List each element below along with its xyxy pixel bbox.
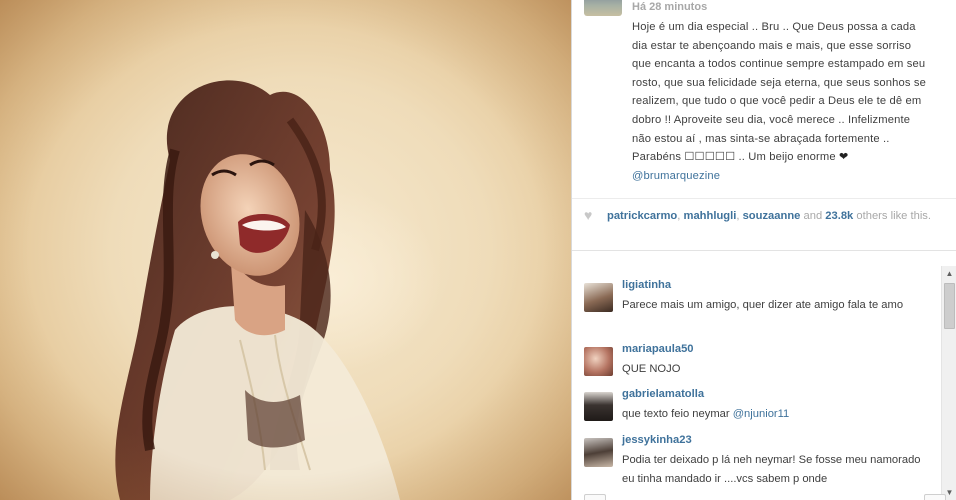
- caption-separator: [572, 198, 956, 199]
- caption-mention-link[interactable]: @brumarquezine: [632, 170, 720, 182]
- heart-icon[interactable]: ♥: [584, 208, 598, 222]
- scrollbar-thumb[interactable]: [944, 283, 955, 329]
- post-timestamp[interactable]: Há 28 minutos: [632, 1, 707, 13]
- likes-count[interactable]: 23.8k: [825, 210, 853, 222]
- likes-others-text: others like this.: [856, 210, 932, 222]
- likes-and-text: and: [803, 210, 823, 222]
- like-user-link[interactable]: patrickcarmo: [607, 210, 677, 222]
- post-photo[interactable]: [0, 0, 571, 500]
- comment-submit-box[interactable]: [924, 494, 946, 500]
- comment-avatar[interactable]: [584, 347, 613, 376]
- like-user-link[interactable]: souzaanne: [743, 210, 801, 222]
- comment-username[interactable]: jessykinha23: [622, 434, 692, 446]
- comment-text: QUE NOJO: [622, 363, 681, 375]
- comment-input-box[interactable]: [584, 494, 606, 500]
- comment-avatar[interactable]: [584, 392, 613, 421]
- comment-avatar[interactable]: [584, 283, 613, 312]
- caption-text: Hoje é um dia especial .. Bru .. Que Deu…: [632, 21, 927, 164]
- likes-summary: patrickcarmo, mahhlugli, souzaanne and 2…: [607, 210, 932, 222]
- post-caption: Hoje é um dia especial .. Bru .. Que Deu…: [632, 18, 932, 185]
- scroll-up-arrow-icon[interactable]: ▲: [942, 266, 956, 281]
- comment-username[interactable]: mariapaula50: [622, 343, 694, 355]
- comment-text: Parece mais um amigo, quer dizer ate ami…: [622, 299, 904, 311]
- post-details-panel: Há 28 minutos Hoje é um dia especial .. …: [572, 0, 956, 500]
- comment-text: que texto feio neymar @njunior11: [622, 408, 790, 420]
- comment-avatar[interactable]: [584, 438, 613, 467]
- comments-scrollbar[interactable]: ▲ ▼: [941, 266, 956, 500]
- photo-illustration: [0, 0, 571, 500]
- comments-list: ligiatinha Parece mais um amigo, quer di…: [572, 251, 940, 500]
- comment-username[interactable]: gabrielamatolla: [622, 388, 704, 400]
- comment-mention-link[interactable]: @njunior11: [733, 408, 790, 420]
- owner-avatar[interactable]: [584, 0, 622, 16]
- caption-heart-icon: ❤: [838, 151, 849, 164]
- comment-text: Podia ter deixado p lá neh neymar! Se fo…: [622, 454, 921, 485]
- comment-username[interactable]: ligiatinha: [622, 279, 671, 291]
- like-user-link[interactable]: mahhlugli: [684, 210, 737, 222]
